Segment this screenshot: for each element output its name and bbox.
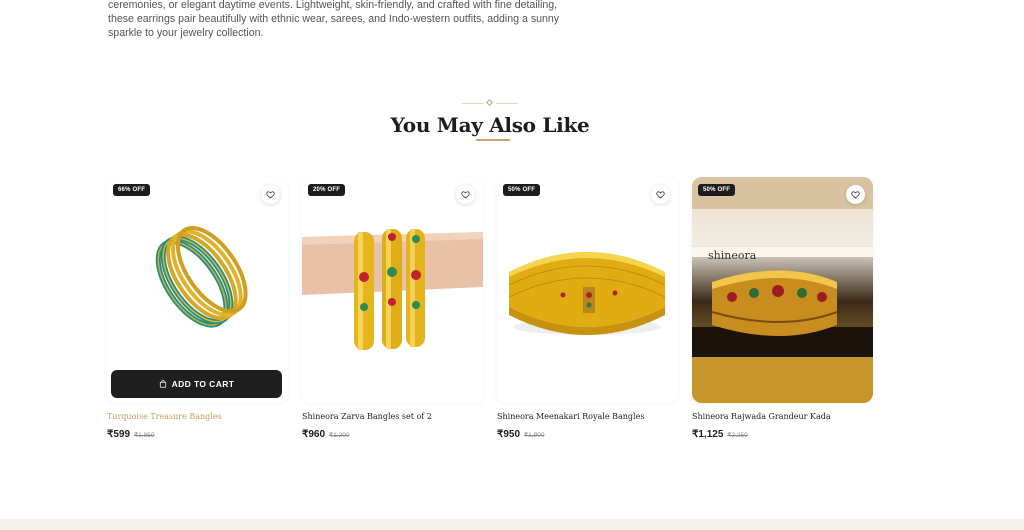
product-name[interactable]: Turquoise Treasure Bangles — [107, 412, 288, 421]
discount-badge: 20% OFF — [308, 184, 346, 196]
heart-icon — [266, 191, 275, 199]
section-title: You May Also Like — [390, 113, 590, 137]
product-image[interactable]: 20% OFF — [302, 177, 483, 403]
product-card[interactable]: 50% OFF shineora Shineora Rajwada Grande… — [692, 177, 873, 440]
original-price: ₹1,900 — [524, 432, 545, 439]
product-name[interactable]: Shineora Rajwada Grandeur Kada — [692, 412, 873, 421]
wishlist-button[interactable] — [456, 185, 475, 204]
product-card[interactable]: 20% OFF Shineora Zarva Bangles set of 2 … — [302, 177, 483, 440]
rajwada-kada-image: shineora — [692, 177, 873, 403]
discount-badge: 50% OFF — [503, 184, 541, 196]
wishlist-button[interactable] — [846, 185, 865, 204]
product-image[interactable]: 66% OFF ADD TO CART — [107, 177, 288, 403]
original-price: ₹2,250 — [727, 432, 748, 439]
add-to-cart-button[interactable]: ADD TO CART — [111, 370, 282, 398]
product-description: ceremonies, or elegant daytime events. L… — [108, 0, 578, 42]
product-name[interactable]: Shineora Meenakari Royale Bangles — [497, 412, 678, 421]
heart-icon — [851, 191, 860, 199]
footer-band — [0, 519, 1024, 530]
sale-price: ₹1,125 — [692, 429, 724, 440]
heart-icon — [656, 191, 665, 199]
sale-price: ₹950 — [497, 429, 521, 440]
diamond-icon — [485, 98, 494, 107]
original-price: ₹1,850 — [134, 432, 155, 439]
zarva-bangles-image — [302, 177, 483, 403]
product-name[interactable]: Shineora Zarva Bangles set of 2 — [302, 412, 483, 421]
meenakari-bangles-image — [497, 177, 678, 403]
wishlist-button[interactable] — [651, 185, 670, 204]
product-image[interactable]: 50% OFF — [497, 177, 678, 403]
discount-badge: 66% OFF — [113, 184, 151, 196]
wishlist-button[interactable] — [261, 185, 280, 204]
sale-price: ₹960 — [302, 429, 326, 440]
discount-badge: 50% OFF — [698, 184, 736, 196]
bag-icon — [159, 380, 166, 388]
title-underline — [476, 139, 510, 141]
heart-icon — [461, 191, 470, 199]
add-to-cart-label: ADD TO CART — [171, 379, 235, 389]
product-image[interactable]: 50% OFF — [692, 177, 873, 403]
section-divider — [462, 98, 518, 107]
product-card[interactable]: 66% OFF ADD TO CART Turquoise Treasure B… — [107, 177, 288, 440]
original-price: ₹1,200 — [329, 432, 350, 439]
product-card[interactable]: 50% OFF Shineora Meenakari Royale Bangle… — [497, 177, 678, 440]
sale-price: ₹599 — [107, 429, 131, 440]
watermark-logo: shineora — [708, 249, 757, 262]
